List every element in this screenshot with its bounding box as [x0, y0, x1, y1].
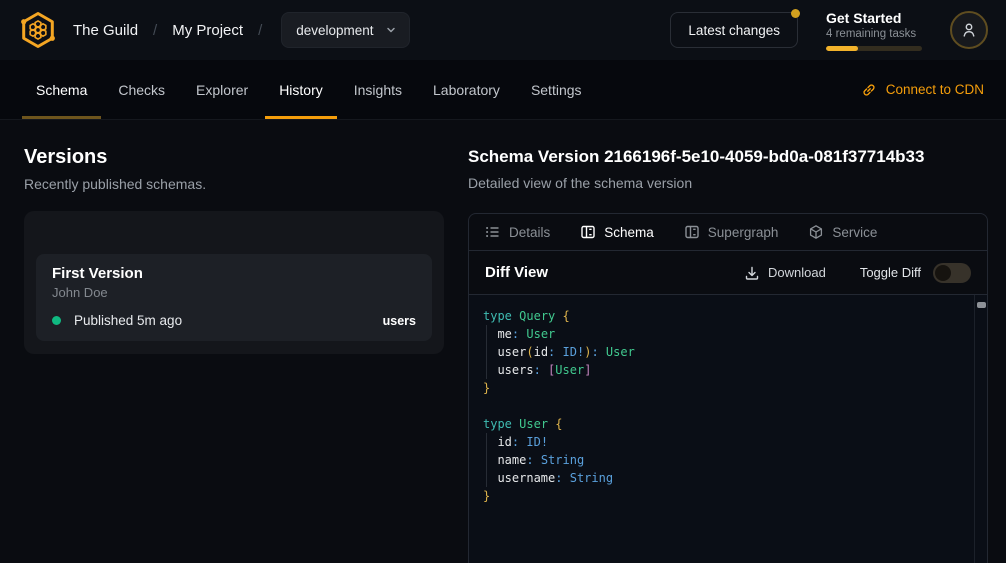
detail-subtitle: Detailed view of the schema version — [468, 175, 988, 191]
cube-icon — [808, 224, 824, 240]
tab-checks[interactable]: Checks — [104, 60, 179, 119]
get-started-subtitle: 4 remaining tasks — [826, 28, 922, 40]
breadcrumb-org[interactable]: The Guild — [73, 22, 138, 39]
version-service-badge: users — [383, 314, 416, 328]
latest-changes-label: Latest changes — [688, 23, 780, 38]
version-status: Published 5m ago — [74, 313, 182, 328]
versions-title: Versions — [24, 146, 444, 169]
tab-history[interactable]: History — [265, 60, 337, 119]
detail-title: Schema Version 2166196f-5e10-4059-bd0a-0… — [468, 147, 988, 167]
detail-tab-label: Service — [832, 225, 877, 240]
switch-knob — [935, 265, 951, 281]
guild-logo-icon[interactable] — [18, 10, 58, 50]
schema-version-detail: Schema Version 2166196f-5e10-4059-bd0a-0… — [468, 144, 988, 563]
list-icon — [485, 224, 501, 240]
version-status-row: Published 5m ago users — [52, 313, 416, 328]
content: Versions Recently published schemas. Fir… — [0, 120, 1006, 563]
breadcrumb-separator: / — [258, 22, 262, 39]
target-selector-value: development — [296, 23, 373, 38]
download-button[interactable]: Download — [744, 265, 826, 281]
top-header: The Guild / My Project / development Lat… — [0, 0, 1006, 60]
version-list: First Version John Doe Published 5m ago … — [24, 211, 444, 354]
detail-tab-label: Details — [509, 225, 550, 240]
code-line: me: User — [483, 325, 961, 343]
split-panel-icon — [684, 224, 700, 240]
download-label: Download — [768, 265, 826, 280]
get-started-widget[interactable]: Get Started 4 remaining tasks — [826, 10, 922, 51]
get-started-progress-fill — [826, 46, 858, 51]
detail-tab-service[interactable]: Service — [808, 224, 877, 240]
detail-tab-schema[interactable]: Schema — [580, 224, 654, 240]
diff-actions: Download Toggle Diff — [744, 263, 971, 283]
version-card[interactable]: First Version John Doe Published 5m ago … — [36, 254, 432, 341]
versions-panel: Versions Recently published schemas. Fir… — [24, 144, 444, 563]
get-started-title: Get Started — [826, 10, 922, 26]
code-line: name: String — [483, 451, 961, 469]
scrollbar-thumb[interactable] — [977, 302, 986, 308]
tab-insights[interactable]: Insights — [340, 60, 416, 119]
code-line: type User { — [483, 415, 961, 433]
schema-code-viewer[interactable]: type Query { me: User user(id: ID!): Use… — [469, 295, 987, 563]
breadcrumb-project[interactable]: My Project — [172, 22, 243, 39]
header-actions: Latest changes Get Started 4 remaining t… — [670, 10, 988, 51]
diff-view-title: Diff View — [485, 264, 548, 281]
published-status-dot — [52, 316, 61, 325]
version-author: John Doe — [52, 285, 416, 300]
user-avatar[interactable] — [950, 11, 988, 49]
diff-toolbar: Diff View Download Toggle Diff — [469, 251, 987, 295]
code-line — [483, 397, 961, 415]
detail-card: Details Schema Supergraph Service Diff View… — [468, 213, 988, 563]
code-line: user(id: ID!): User — [483, 343, 961, 361]
link-icon — [861, 82, 877, 98]
code-line: users: [User] — [483, 361, 961, 379]
chevron-down-icon — [385, 24, 397, 36]
breadcrumb: The Guild / My Project / development — [18, 10, 410, 50]
notification-dot — [791, 9, 800, 18]
connect-to-cdn-button[interactable]: Connect to CDN — [861, 60, 984, 119]
tab-explorer[interactable]: Explorer — [182, 60, 262, 119]
code-line: type Query { — [483, 307, 961, 325]
tab-laboratory[interactable]: Laboratory — [419, 60, 514, 119]
toggle-diff-label: Toggle Diff — [860, 265, 921, 280]
split-panel-icon — [580, 224, 596, 240]
download-icon — [744, 265, 760, 281]
code-block: type Query { me: User user(id: ID!): Use… — [483, 307, 961, 505]
detail-tab-label: Supergraph — [708, 225, 779, 240]
user-icon — [960, 21, 978, 39]
target-selector-dropdown[interactable]: development — [281, 12, 409, 48]
code-line: } — [483, 487, 961, 505]
detail-tab-details[interactable]: Details — [485, 224, 550, 240]
code-line: id: ID! — [483, 433, 961, 451]
tab-schema[interactable]: Schema — [22, 60, 101, 119]
nav-tab-list: SchemaChecksExplorerHistoryInsightsLabor… — [22, 60, 599, 119]
detail-tab-list: Details Schema Supergraph Service — [469, 214, 987, 251]
code-scrollbar[interactable] — [974, 295, 987, 563]
detail-tab-supergraph[interactable]: Supergraph — [684, 224, 779, 240]
detail-tab-label: Schema — [604, 225, 654, 240]
toggle-diff-switch[interactable] — [933, 263, 971, 283]
tab-settings[interactable]: Settings — [517, 60, 596, 119]
connect-to-cdn-label: Connect to CDN — [886, 82, 984, 97]
main-nav: SchemaChecksExplorerHistoryInsightsLabor… — [0, 60, 1006, 120]
toggle-diff-control: Toggle Diff — [860, 263, 971, 283]
version-name: First Version — [52, 265, 416, 282]
code-line: username: String — [483, 469, 961, 487]
versions-subtitle: Recently published schemas. — [24, 176, 444, 192]
code-line: } — [483, 379, 961, 397]
get-started-progress — [826, 46, 922, 51]
latest-changes-button[interactable]: Latest changes — [670, 12, 798, 48]
breadcrumb-separator: / — [153, 22, 157, 39]
